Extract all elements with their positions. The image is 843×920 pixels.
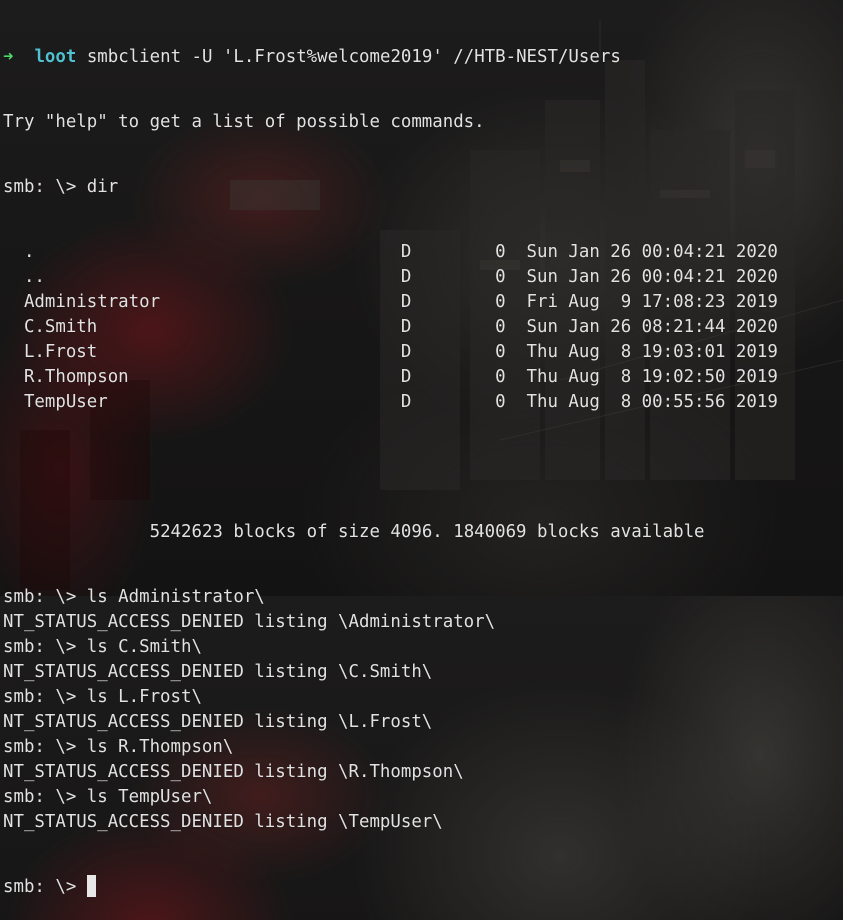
dir-entry-row: L.Frost D 0 Thu Aug 8 19:03:01 2019 xyxy=(3,340,778,365)
dir-entry-size: 0 xyxy=(495,242,506,262)
active-prompt-line[interactable]: smb: \> xyxy=(3,875,778,900)
dir-entry-name: C.Smith xyxy=(23,317,98,337)
access-denied-message: NT_STATUS_ACCESS_DENIED listing \R.Thomp… xyxy=(3,762,464,782)
ls-command-line: smb: \> ls TempUser\ xyxy=(3,785,778,810)
dir-entry-row: Administrator D 0 Fri Aug 9 17:08:23 2019 xyxy=(3,290,778,315)
dir-command-line: smb: \> dir xyxy=(3,175,778,200)
dir-entry-date: Thu Aug 8 19:03:01 2019 xyxy=(526,342,778,362)
smb-prompt: smb: \> xyxy=(3,637,87,657)
ls-command: ls C.Smith\ xyxy=(86,637,202,657)
smb-prompt: smb: \> xyxy=(3,687,87,707)
terminal-output[interactable]: ➜ loot smbclient -U 'L.Frost%welcome2019… xyxy=(3,5,778,920)
dir-entry-attr: D xyxy=(400,367,412,387)
dir-entry-attr: D xyxy=(400,267,412,287)
dir-entry-size: 0 xyxy=(495,367,506,387)
dir-entry-name: .. xyxy=(23,267,45,287)
ls-command: ls R.Thompson\ xyxy=(86,737,234,757)
ls-output: smb: \> ls Administrator\ NT_STATUS_ACCES… xyxy=(3,585,778,835)
smb-prompt: smb: \> xyxy=(3,737,87,757)
dir-entry-date: Sun Jan 26 00:04:21 2020 xyxy=(526,267,778,287)
prompt-directory: loot xyxy=(34,47,77,67)
dir-entry-row: TempUser D 0 Thu Aug 8 00:55:56 2019 xyxy=(3,390,778,415)
dir-entry-name: Administrator xyxy=(23,292,161,312)
ls-command: ls L.Frost\ xyxy=(86,687,202,707)
access-denied-message: NT_STATUS_ACCESS_DENIED listing \Adminis… xyxy=(3,612,496,632)
ls-command: ls TempUser\ xyxy=(86,787,213,807)
dir-entry-size: 0 xyxy=(495,392,506,412)
dir-entry-date: Fri Aug 9 17:08:23 2019 xyxy=(526,292,778,312)
shell-command: smbclient -U 'L.Frost%welcome2019' //HTB… xyxy=(86,47,621,67)
dir-entry-date: Sun Jan 26 08:21:44 2020 xyxy=(526,317,778,337)
dir-entry-date: Sun Jan 26 00:04:21 2020 xyxy=(526,242,778,262)
dir-entry-name: . xyxy=(23,242,35,262)
dir-entry-row: C.Smith D 0 Sun Jan 26 08:21:44 2020 xyxy=(3,315,778,340)
dir-entry-attr: D xyxy=(400,292,412,312)
dir-entry-size: 0 xyxy=(495,342,506,362)
dir-entry-attr: D xyxy=(400,242,412,262)
dir-entry-attr: D xyxy=(400,317,412,337)
smb-prompt: smb: \> xyxy=(3,787,87,807)
dir-entry-date: Thu Aug 8 00:55:56 2019 xyxy=(526,392,778,412)
access-denied-message: NT_STATUS_ACCESS_DENIED listing \TempUse… xyxy=(3,812,443,832)
dir-entry-row: R.Thompson D 0 Thu Aug 8 19:02:50 2019 xyxy=(3,365,778,390)
blocks-info: 5242623 blocks of size 4096. 1840069 blo… xyxy=(149,522,705,542)
smb-prompt: smb: \> xyxy=(3,177,87,197)
dir-entry-size: 0 xyxy=(495,292,506,312)
dir-entry-name: R.Thompson xyxy=(23,367,129,387)
smb-prompt: smb: \> xyxy=(3,587,87,607)
access-denied-message: NT_STATUS_ACCESS_DENIED listing \C.Smith… xyxy=(3,662,433,682)
prompt-arrow-icon: ➜ xyxy=(3,47,14,67)
dir-entry-name: L.Frost xyxy=(23,342,98,362)
ls-command-line: smb: \> ls C.Smith\ xyxy=(3,635,778,660)
smb-prompt: smb: \> xyxy=(3,877,87,897)
dir-entry-size: 0 xyxy=(495,267,506,287)
dir-entry-date: Thu Aug 8 19:02:50 2019 xyxy=(526,367,778,387)
ls-command-line: smb: \> ls R.Thompson\ xyxy=(3,735,778,760)
ls-command: ls Administrator\ xyxy=(86,587,265,607)
dir-entry-row: .. D 0 Sun Jan 26 00:04:21 2020 xyxy=(3,265,778,290)
dir-listing: . D 0 Sun Jan 26 00:04:21 2020 .. D 0 Sun Ja… xyxy=(3,240,778,415)
dir-entry-size: 0 xyxy=(495,317,506,337)
shell-command-line: ➜ loot smbclient -U 'L.Frost%welcome2019… xyxy=(3,45,778,70)
access-denied-message: NT_STATUS_ACCESS_DENIED listing \L.Frost… xyxy=(3,712,433,732)
dir-entry-attr: D xyxy=(400,342,412,362)
ls-command-line: smb: \> ls L.Frost\ xyxy=(3,685,778,710)
ls-command-line: smb: \> ls Administrator\ xyxy=(3,585,778,610)
blocks-info-line: 5242623 blocks of size 4096. 1840069 blo… xyxy=(3,520,778,545)
help-text: Try "help" to get a list of possible com… xyxy=(3,112,485,132)
dir-entry-name: TempUser xyxy=(23,392,108,412)
cursor[interactable] xyxy=(86,875,96,897)
smb-command: dir xyxy=(86,177,119,197)
dir-entry-attr: D xyxy=(400,392,412,412)
dir-entry-row: . D 0 Sun Jan 26 00:04:21 2020 xyxy=(3,240,778,265)
